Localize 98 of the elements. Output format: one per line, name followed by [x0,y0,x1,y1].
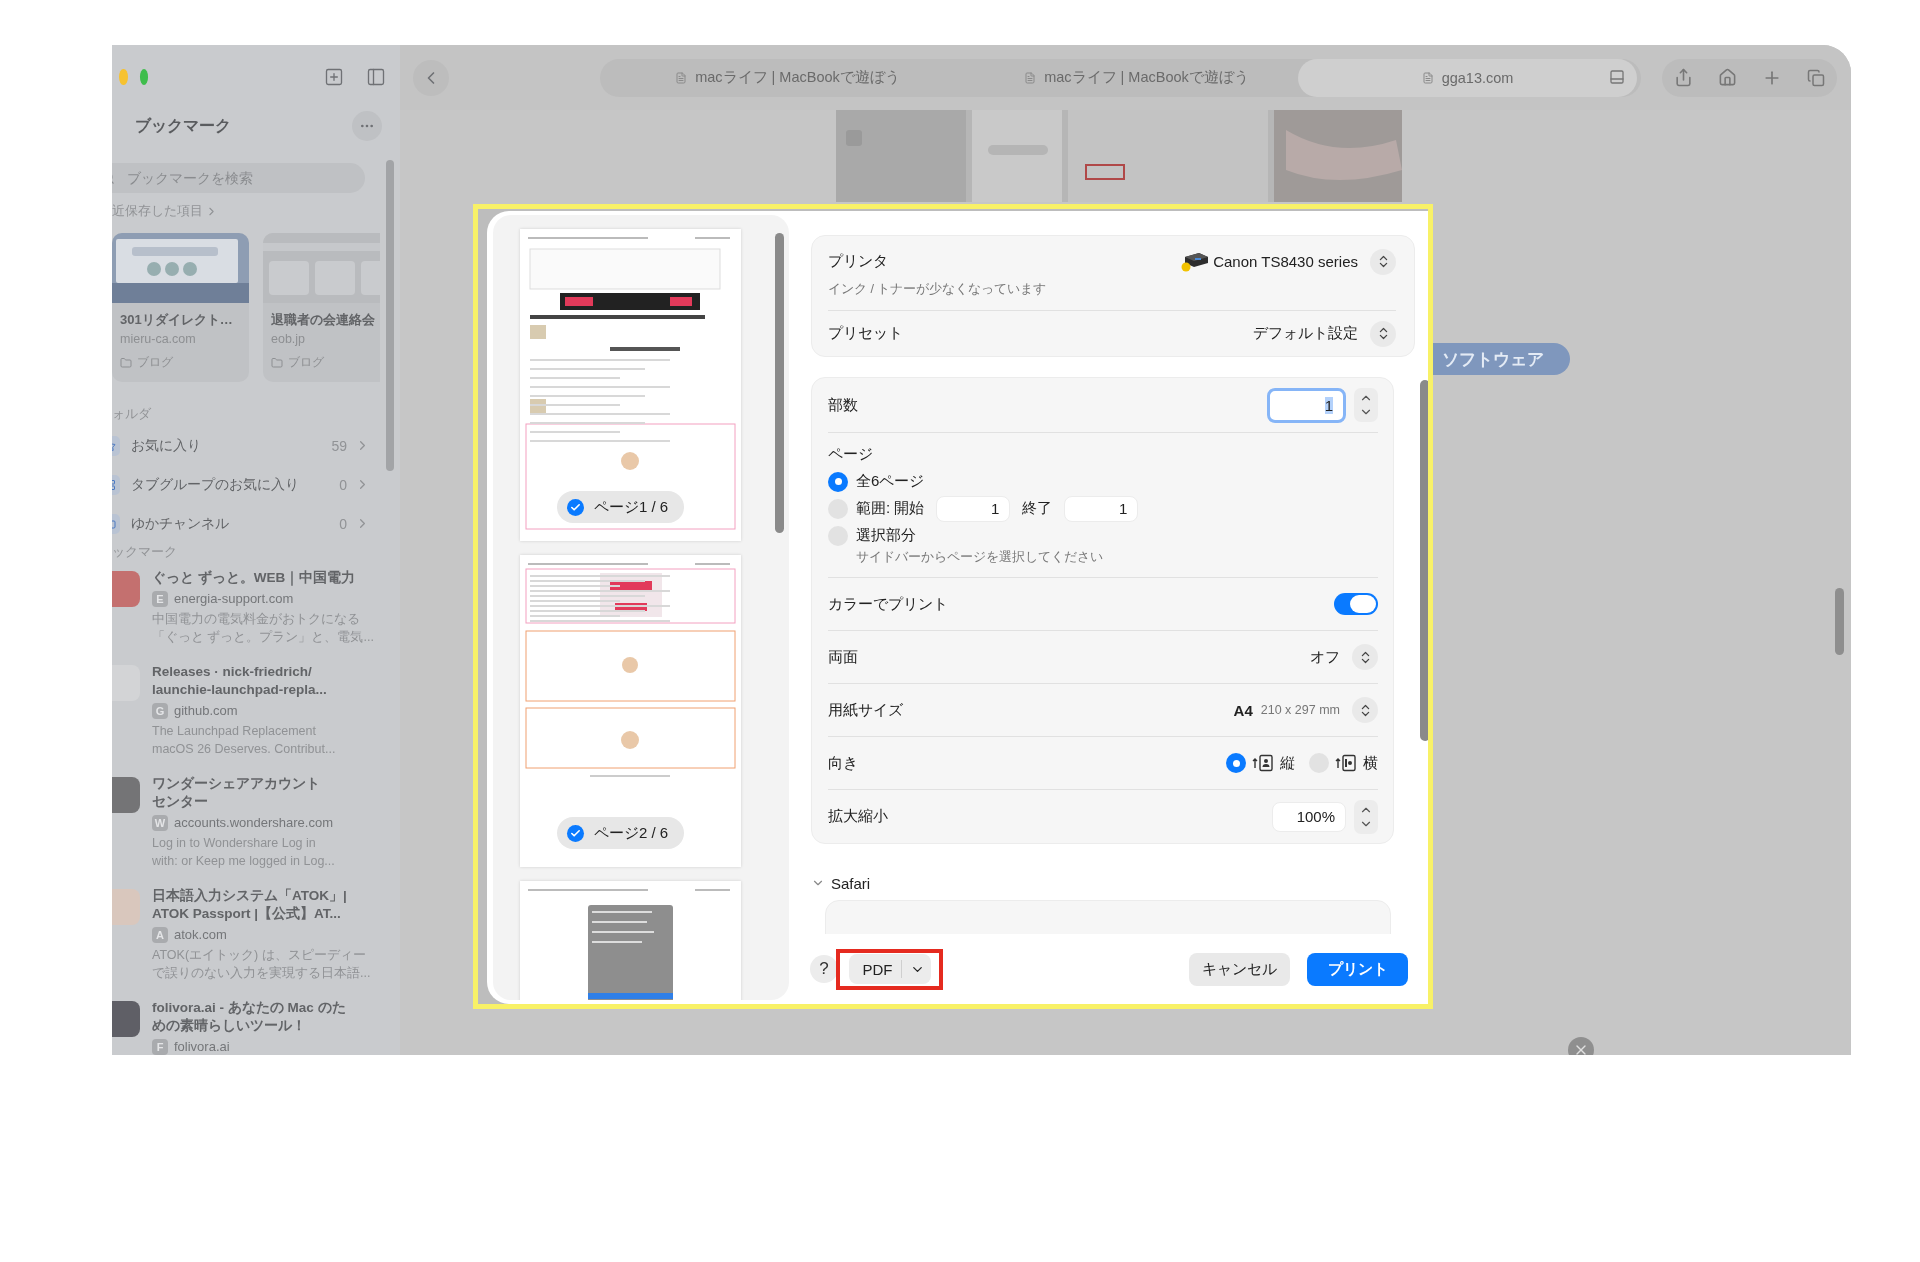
setting-value: A4 [1233,701,1253,719]
home-button[interactable] [1718,68,1738,87]
card-title: 退職者の会連絡会 [271,311,376,329]
more-button[interactable] [352,111,382,141]
popup-button[interactable] [1370,320,1396,347]
help-button[interactable]: ? [810,955,838,983]
copies-field[interactable]: 1 [1267,387,1346,423]
page-field[interactable]: 1 [936,495,1011,522]
paper-dimensions: 210 x 297 mm [1260,703,1340,717]
page-badge[interactable]: ページ2 / 6 [557,817,685,849]
back-button[interactable] [413,59,449,96]
tabs-overview-button[interactable] [1806,68,1825,87]
printer-name: Canon TS8430 series [1213,253,1358,270]
setting-value: デフォルト設定 [1253,324,1358,343]
setting-label: 拡大縮小 [828,807,888,826]
option-label: 終了 [1022,499,1053,518]
option-label: 範囲: 開始 [856,499,925,518]
folder-item[interactable]: ゆかチャンネル [131,514,229,533]
bookmark-domain: accounts.wondershare.com [174,815,333,830]
share-icon [1674,68,1694,87]
browser-tab[interactable]: macライフ | MacBookで遊ぼう [600,58,975,97]
bookmark-domain: folivora.ai [174,1039,230,1054]
bookmark-description: The Launchpad Replacement macOS 26 Deserves. Contribut... [152,722,337,758]
bookmark-title[interactable]: 日本語入力システム「ATOK」| ATOK Passport |【公式】AT... [152,886,380,924]
scale-field[interactable]: 100% [1272,801,1346,832]
landscape-icon [1335,754,1357,772]
stepper[interactable] [1354,799,1378,834]
bookmark-domain: energia-support.com [174,591,294,606]
page-icon [675,71,688,84]
scroll-bar[interactable] [386,160,394,471]
folder-item[interactable]: お気に入り [131,436,201,455]
favicon: A [152,926,168,943]
page-field[interactable]: 1 [1064,495,1139,522]
print-button[interactable]: プリント [1307,952,1408,986]
sidebar-icon[interactable] [366,67,386,87]
setting-label: プリセット [828,324,903,343]
check-icon [570,827,581,839]
bookmark-title[interactable]: ぐっと ずっと。WEB｜中国電力 [152,569,380,588]
item-count: 0 [339,476,347,493]
popup-button[interactable] [1352,644,1378,670]
favicon: G [152,702,168,719]
browser-tab[interactable]: gga13.com [1298,58,1637,97]
home-icon [1718,68,1738,87]
option-label: 選択部分 [856,526,916,545]
option-label: 全6ページ [856,472,925,491]
folder-item[interactable]: タブグループのお気に入り [131,475,299,494]
bookmark-title[interactable]: Releases · nick-friedrich/ launchie-launchpad-repla... [152,662,380,700]
item-count: 59 [331,437,347,454]
page-icon [1024,71,1037,84]
checkbox[interactable] [567,824,584,842]
hint-text: サイドバーからページを選択してください [856,549,1104,566]
folder-icon [271,356,283,369]
toggle-switch[interactable] [1334,593,1378,615]
setting-label: プリンタ [828,252,888,271]
stepper[interactable] [1354,388,1378,422]
tabs-overview-icon [1806,68,1825,87]
sidebar-title: ブックマーク [135,115,231,136]
cancel-button[interactable]: キャンセル [1189,952,1290,986]
radio-button[interactable] [828,471,848,492]
setting-label: 部数 [828,395,858,415]
checkbox[interactable] [567,498,584,516]
bookmark-domain: github.com [174,703,238,718]
zoom-button[interactable] [139,69,148,85]
scroll-bar[interactable] [1835,588,1844,655]
section-toggle[interactable]: Safari [811,872,1428,894]
radio-button[interactable] [1226,753,1246,773]
setting-label: 用紙サイズ [828,700,903,720]
portrait-icon [1252,754,1274,772]
option-label: 横 [1363,753,1378,773]
favicon: E [152,590,168,607]
setting-label: 両面 [828,647,858,667]
browser-tab[interactable]: macライフ | MacBookで遊ぼう [975,58,1298,97]
bookmark-domain: atok.com [174,927,227,942]
popup-button[interactable] [1370,248,1396,275]
pdf-button[interactable]: PDF [848,954,931,984]
popup-button[interactable] [1352,697,1378,723]
new-tab-group-icon[interactable] [324,67,344,87]
favicon: W [152,814,168,831]
item-count: 0 [339,515,347,532]
scroll-bar[interactable] [1420,380,1428,741]
share-button[interactable] [1674,68,1694,87]
setting-label: ページ [828,445,873,464]
check-icon [570,501,581,513]
setting-label: カラーでプリント [828,594,948,614]
warning-text: インク / トナーが少なくなっています [828,280,1048,298]
page-icon [1421,71,1434,84]
scroll-bar[interactable] [775,233,784,533]
printer-icon [1181,250,1210,273]
setting-label: 向き [828,753,858,773]
bookmark-title[interactable]: folivora.ai - あなたの Mac のた めの素晴らしいツール！ [152,998,380,1036]
card-title: 301リダイレクト… [120,311,234,329]
folder-icon [120,356,132,369]
option-label: 縦 [1280,753,1295,773]
bookmark-title[interactable]: ワンダーシェアアカウント センター [152,774,380,812]
setting-value: オフ [1310,647,1340,667]
reader-icon [1609,68,1625,85]
page-badge[interactable]: ページ1 / 6 [557,491,685,523]
favicon: F [152,1038,168,1055]
